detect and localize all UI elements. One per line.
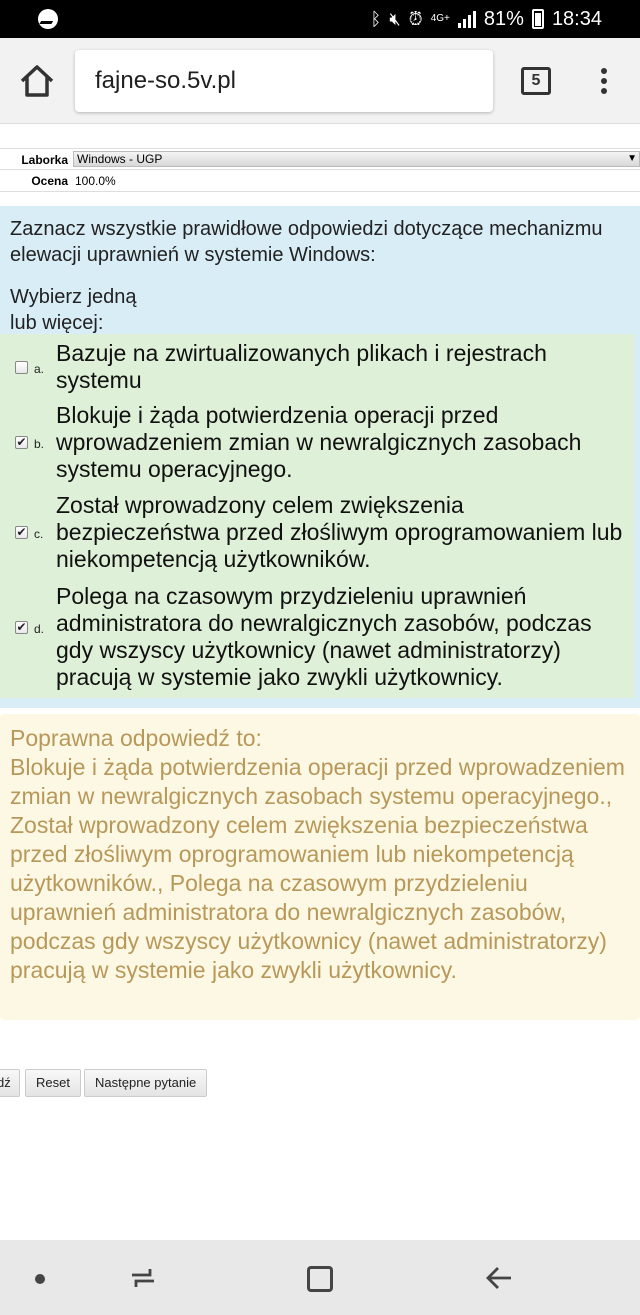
status-icons: ᛒ 🔇︎ ⏰︎ 4G+ 81% 18:34 [371,6,602,32]
back-arrow-icon[interactable] [485,1265,513,1291]
lab-row: Laborka Windows - UGP ▼ [0,148,640,170]
answer-d[interactable]: ✔ d. Polega na czasowym przydzieleniu up… [0,581,634,695]
home-square-icon[interactable] [307,1266,333,1292]
feedback-box: Poprawna odpowiedź to: Blokuje i żąda po… [0,714,640,1020]
answer-d-letter: d. [34,622,45,636]
recent-apps-icon[interactable] [130,1265,156,1291]
answer-a-checkbox[interactable] [15,361,28,374]
android-nav-bar [0,1240,640,1315]
lab-select[interactable]: Windows - UGP ▼ [73,151,640,167]
question-text: Zaznacz wszystkie prawidłowe odpowiedzi … [10,218,603,266]
status-bar: ᛒ 🔇︎ ⏰︎ 4G+ 81% 18:34 [0,0,640,38]
lab-select-value: Windows - UGP [77,152,163,166]
submit-button[interactable]: dź [0,1069,20,1097]
menu-icon[interactable] [597,68,611,96]
answer-d-text: Polega na czasowym przydzieleniu uprawni… [56,583,592,690]
reset-button[interactable]: Reset [25,1069,81,1097]
mute-icon: 🔇︎ [389,8,401,29]
answer-c-letter: c. [34,527,44,541]
answer-b-letter: b. [34,437,45,451]
url-text: fajne-so.5v.pl [95,67,236,94]
feedback-text: Poprawna odpowiedź to: Blokuje i żąda po… [10,724,635,985]
page-content: Laborka Windows - UGP ▼ Ocena 100.0% Zaz… [0,124,640,1240]
answer-a-text: Bazuje na zwirtualizowanych plikach i re… [56,340,547,393]
network-type: 4G+ [430,13,450,24]
question-box: Zaznacz wszystkie prawidłowe odpowiedzi … [0,206,640,708]
grade-label: Ocena [31,174,68,188]
signal-icon [457,10,476,28]
alarm-icon: ⏰︎ [408,8,423,29]
feedback-intro: Poprawna odpowiedź to: [10,725,262,751]
answer-a-letter: a. [34,362,45,376]
battery-icon [531,9,544,29]
home-icon[interactable] [18,63,56,99]
browser-toolbar: fajne-so.5v.pl 5 [0,38,640,124]
answer-d-checkbox[interactable]: ✔ [15,621,28,634]
url-bar[interactable]: fajne-so.5v.pl [75,50,493,112]
answer-c-text: Został wprowadzony celem zwiększenia bez… [56,492,623,572]
lab-label: Laborka [21,153,68,167]
answer-b[interactable]: ✔ b. Blokuje i żąda potwierdzenia operac… [0,400,634,484]
battery-percent: 81% [483,7,524,30]
correct-answer-text: Blokuje i żąda potwierdzenia operacji pr… [10,754,625,983]
dropdown-arrow-icon: ▼ [627,153,637,164]
grade-value: 100.0% [75,174,116,188]
bluetooth-icon: ᛒ [370,8,382,29]
messenger-icon [38,9,58,29]
answer-c[interactable]: ✔ c. Został wprowadzony celem zwiększeni… [0,490,634,574]
answer-c-checkbox[interactable]: ✔ [15,526,28,539]
answers-list: a. Bazuje na zwirtualizowanych plikach i… [0,334,634,698]
dot-icon[interactable] [35,1274,45,1284]
select-hint: Wybierz jedną lub więcej: [10,286,137,334]
next-question-button[interactable]: Następne pytanie [84,1069,208,1097]
tabs-icon[interactable]: 5 [521,67,551,95]
clock: 18:34 [551,7,602,30]
answer-b-checkbox[interactable]: ✔ [15,436,28,449]
grade-row: Ocena 100.0% [0,170,640,192]
answer-b-text: Blokuje i żąda potwierdzenia operacji pr… [56,402,582,482]
info-table: Laborka Windows - UGP ▼ Ocena 100.0% [0,148,640,192]
answer-a[interactable]: a. Bazuje na zwirtualizowanych plikach i… [0,338,634,396]
